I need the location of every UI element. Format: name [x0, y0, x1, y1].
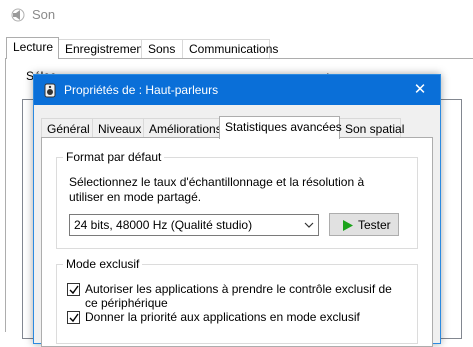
speaker-icon [43, 83, 57, 98]
tab-lecture[interactable]: Lecture [6, 37, 59, 59]
play-icon [342, 220, 354, 234]
tab-statistiques-avancees[interactable]: Statistiques avancées [219, 116, 342, 139]
sound-tabs: Lecture Enregistrement Sons Communicatio… [0, 37, 473, 59]
allow-exclusive-checkbox[interactable] [67, 283, 80, 296]
dialog-tabs: Général Niveaux Améliorations Statistiqu… [41, 116, 433, 139]
tab-general[interactable]: Général [41, 118, 93, 138]
allow-exclusive-label: Autoriser les applications à prendre le … [85, 282, 392, 310]
dialog-title: Propriétés de : Haut-parleurs [64, 83, 219, 97]
window-title: Son [32, 7, 56, 22]
tab-niveaux[interactable]: Niveaux [92, 118, 144, 138]
tab-son-spatial[interactable]: Son spatial [339, 118, 404, 138]
format-select[interactable]: 24 bits, 48000 Hz (Qualité studio) [69, 214, 319, 236]
test-button-label: Tester [358, 218, 391, 232]
priority-exclusive-label: Donner la priorité aux applications en m… [85, 310, 360, 324]
dialog-titlebar[interactable]: Propriétés de : Haut-parleurs ✕ [34, 75, 440, 105]
exclusive-mode-group: Mode exclusif Autoriser les applications… [56, 257, 418, 344]
properties-dialog: Propriétés de : Haut-parleurs ✕ Général … [33, 74, 441, 347]
tab-enregistrement[interactable]: Enregistrement [58, 39, 146, 59]
tab-sons[interactable]: Sons [141, 39, 183, 59]
advanced-panel: Format par défaut Sélectionnez le taux d… [41, 137, 433, 347]
default-format-group: Format par défaut Sélectionnez le taux d… [56, 150, 418, 249]
chevron-down-icon [304, 219, 314, 231]
test-button[interactable]: Tester [329, 213, 399, 236]
sound-window-titlebar: Son [0, 0, 473, 30]
default-format-label: Format par défaut [63, 150, 165, 164]
close-button[interactable]: ✕ [400, 75, 440, 105]
default-format-description: Sélectionnez le taux d'échantillonnage e… [69, 175, 365, 204]
tab-communications[interactable]: Communications [182, 39, 278, 59]
format-select-value: 24 bits, 48000 Hz (Qualité studio) [74, 218, 253, 232]
tab-ameliorations[interactable]: Améliorations [143, 118, 222, 138]
speaker-icon [11, 8, 25, 22]
priority-exclusive-checkbox[interactable] [67, 311, 80, 324]
exclusive-mode-label: Mode exclusif [63, 257, 143, 271]
